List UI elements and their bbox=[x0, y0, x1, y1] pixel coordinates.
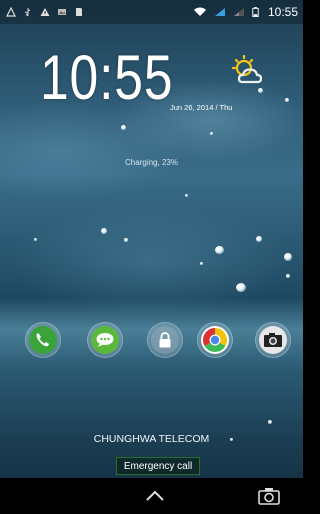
water-droplet bbox=[286, 274, 290, 278]
signal-alert-icon bbox=[6, 7, 16, 17]
water-droplet bbox=[284, 253, 292, 261]
notification-icons bbox=[6, 7, 84, 17]
messaging-shortcut[interactable] bbox=[87, 322, 123, 358]
water-droplet bbox=[256, 236, 262, 242]
water-droplet bbox=[236, 283, 246, 292]
cell-signal-2-icon bbox=[233, 8, 244, 16]
water-droplet bbox=[124, 238, 128, 242]
carrier-name: CHUNGHWA TELECOM bbox=[93, 433, 210, 445]
battery-icon bbox=[252, 7, 259, 17]
usb-icon bbox=[24, 8, 31, 17]
navigation-bar bbox=[0, 478, 303, 514]
lockscreen-date: Jun 26, 2014 / Thu bbox=[170, 103, 233, 112]
gallery-icon bbox=[58, 9, 66, 15]
emergency-call-button[interactable]: Emergency call bbox=[116, 457, 200, 475]
water-droplet bbox=[121, 125, 126, 130]
cell-signal-icon bbox=[214, 8, 225, 16]
lock-screen: 10:55 10:55 Jun 26, 2014 / Thu Charging,… bbox=[0, 0, 303, 514]
warning-icon bbox=[40, 8, 50, 16]
camera-shortcut[interactable] bbox=[255, 322, 291, 358]
water-droplet bbox=[101, 228, 107, 234]
chevron-up-icon[interactable] bbox=[145, 488, 165, 502]
charging-status: Charging, 23% bbox=[125, 158, 178, 167]
status-bar: 10:55 bbox=[0, 0, 303, 24]
lock-icon bbox=[151, 326, 179, 354]
status-time: 10:55 bbox=[267, 5, 298, 19]
water-droplet bbox=[258, 88, 263, 93]
lockscreen-shortcuts bbox=[0, 318, 303, 362]
camera-icon bbox=[259, 326, 287, 354]
lockscreen-clock: 10:55 bbox=[40, 43, 174, 113]
message-icon bbox=[91, 326, 119, 354]
system-icons: 10:55 bbox=[193, 5, 298, 19]
phone-shortcut[interactable] bbox=[25, 322, 61, 358]
sd-card-icon bbox=[76, 8, 82, 16]
water-droplet bbox=[210, 132, 213, 135]
phone-icon bbox=[29, 326, 57, 354]
water-droplet bbox=[34, 238, 37, 241]
water-droplet bbox=[215, 246, 224, 254]
water-droplet bbox=[285, 98, 289, 102]
partly-sunny-icon bbox=[231, 55, 263, 84]
camera-icon[interactable] bbox=[258, 487, 280, 505]
chrome-icon bbox=[201, 326, 229, 354]
water-droplet bbox=[200, 262, 203, 265]
chrome-shortcut[interactable] bbox=[197, 322, 233, 358]
wifi-icon bbox=[193, 7, 206, 16]
water-droplet bbox=[268, 420, 272, 424]
unlock-button[interactable] bbox=[147, 322, 183, 358]
water-droplet bbox=[185, 194, 188, 197]
